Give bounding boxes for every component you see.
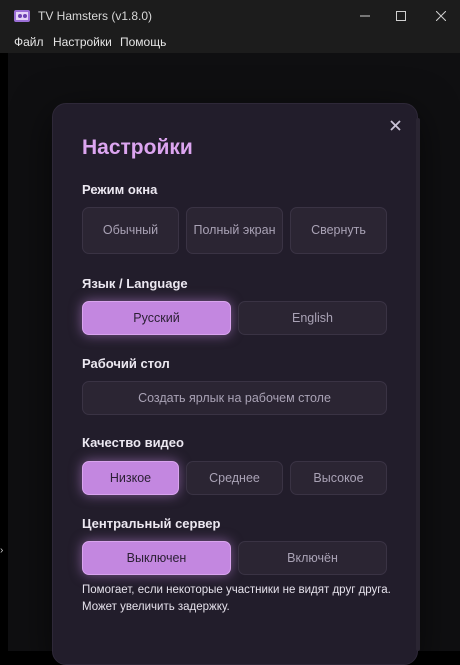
menu-settings[interactable]: Настройки (53, 35, 112, 49)
menu-help[interactable]: Помощь (120, 35, 166, 49)
window-title: TV Hamsters (v1.8.0) (38, 9, 153, 23)
dialog-title: Настройки (82, 136, 193, 159)
desktop-label: Рабочий стол (82, 356, 170, 371)
server-hint-text: Помогает, если некоторые участники не ви… (82, 584, 391, 613)
quality-medium-button[interactable]: Среднее (186, 461, 283, 495)
language-label: Язык / Language (82, 276, 188, 291)
menu-bar: Файл Настройки Помощь (0, 32, 460, 53)
edge-mark: › (0, 545, 4, 556)
dialog-close-button[interactable] (383, 113, 407, 137)
maximize-icon (396, 11, 406, 21)
minimize-icon (360, 15, 370, 17)
window-mode-fullscreen-button[interactable]: Полный экран (186, 207, 283, 254)
dialog-close-icon (389, 119, 401, 131)
server-on-button[interactable]: Включён (238, 541, 387, 575)
language-english-button[interactable]: English (238, 301, 387, 335)
video-quality-label: Качество видео (82, 435, 184, 450)
quality-high-button[interactable]: Высокое (290, 461, 387, 495)
central-server-label: Центральный сервер (82, 516, 221, 531)
window-mode-label: Режим окна (82, 182, 158, 197)
dialog-scrollbar[interactable] (416, 118, 420, 651)
create-shortcut-button[interactable]: Создать ярлык на рабочем столе (82, 381, 387, 415)
title-bar: TV Hamsters (v1.8.0) (0, 0, 460, 32)
app-icon (14, 10, 30, 22)
quality-low-button[interactable]: Низкое (82, 461, 179, 495)
close-icon (436, 11, 446, 21)
server-off-button[interactable]: Выключен (82, 541, 231, 575)
window-mode-minimize-button[interactable]: Свернуть (290, 207, 387, 254)
menu-file[interactable]: Файл (14, 35, 44, 49)
window-mode-normal-button[interactable]: Обычный (82, 207, 179, 254)
close-button[interactable] (418, 0, 460, 32)
language-russian-button[interactable]: Русский (82, 301, 231, 335)
